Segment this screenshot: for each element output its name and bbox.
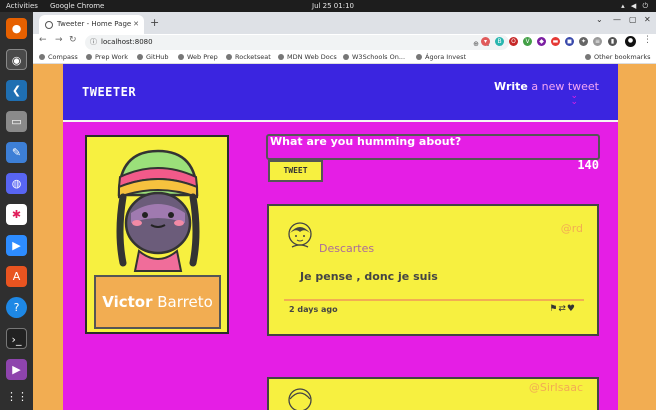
heart-icon[interactable]: ♥	[567, 304, 576, 314]
app-header: TWEETER Write a new tweet ⌄ ⌄	[63, 64, 618, 122]
text-editor-icon[interactable]: ✎	[6, 142, 27, 163]
browser-menu-icon[interactable]: ⋮	[643, 35, 652, 45]
flag-icon[interactable]: ⚑	[549, 304, 558, 314]
profile-first-name: Victor	[102, 293, 153, 311]
tab-strip: Tweeter - Home Page ✕ + ⌄ — ▢ ✕	[33, 12, 656, 34]
tweet-card: Descartes @rd Je pense , donc je suis 2 …	[267, 204, 599, 336]
software-center-icon[interactable]: A	[6, 266, 27, 287]
write-new-tweet-link[interactable]: Write a new tweet	[494, 80, 599, 93]
tweet-divider	[284, 299, 584, 301]
bookmarks-bar: Compass Prep Work GitHub Web Prep Rocket…	[33, 51, 656, 64]
tab-title: Tweeter - Home Page	[57, 20, 132, 28]
github-icon	[137, 54, 143, 60]
agora-icon	[416, 54, 422, 60]
tweet-actions: ⚑⇄♥	[549, 304, 576, 314]
maximize-icon[interactable]: ▢	[629, 15, 637, 24]
zoom-icon[interactable]: ⊕	[473, 37, 479, 52]
bookmark-item[interactable]: Prep Work	[86, 51, 128, 63]
w3schools-icon	[343, 54, 349, 60]
vscode-icon[interactable]: ❮	[6, 80, 27, 101]
tab-close-icon[interactable]: ✕	[133, 15, 139, 34]
activities-button[interactable]: Activities	[6, 0, 38, 12]
extension-opera-icon[interactable]: O	[509, 37, 518, 46]
chrome-icon[interactable]: ◉	[6, 49, 27, 70]
app-grid-icon[interactable]: ⋮⋮	[6, 386, 28, 407]
address-bar[interactable]: ⓘ localhost:8080 ⊕ ⇪ ☆	[85, 35, 509, 50]
rocketseat-icon	[226, 54, 232, 60]
brand-logo[interactable]: TWEETER	[82, 85, 136, 99]
video-player-icon[interactable]: ▶	[6, 359, 27, 380]
active-app-label[interactable]: Google Chrome	[50, 0, 104, 12]
bookmark-item[interactable]: W3Schools On...	[343, 51, 405, 63]
tweet-input[interactable]: What are you humming about?	[266, 134, 600, 160]
profile-card: Victor Barreto	[85, 135, 229, 334]
extensions-puzzle-icon[interactable]: ✦	[579, 37, 588, 46]
extension-red-icon[interactable]: ▬	[551, 37, 560, 46]
user-avatar-icon	[288, 388, 312, 410]
url-text: localhost:8080	[101, 38, 153, 46]
tweeter-page: TWEETER Write a new tweet ⌄ ⌄ Victor Bar…	[63, 64, 618, 410]
help-icon[interactable]: ?	[6, 297, 27, 318]
firefox-icon[interactable]: ●	[6, 18, 27, 39]
tab-search-icon[interactable]: ⌄	[596, 15, 603, 24]
bookmark-item[interactable]: MDN Web Docs	[278, 51, 337, 63]
terminal-icon[interactable]: ›_	[6, 328, 27, 349]
new-tab-button[interactable]: +	[150, 15, 159, 31]
extension-vue-icon[interactable]: V	[523, 37, 532, 46]
globe-icon	[45, 21, 53, 29]
write-rest: a new tweet	[527, 80, 599, 93]
tweet-date: 2 days ago	[289, 305, 338, 314]
browser-window: Tweeter - Home Page ✕ + ⌄ — ▢ ✕ ← → ↻ ⓘ …	[33, 12, 656, 410]
minimize-icon[interactable]: —	[613, 15, 621, 24]
extension-b-icon[interactable]: B	[495, 37, 504, 46]
retweet-icon[interactable]: ⇄	[558, 304, 567, 314]
close-window-icon[interactable]: ✕	[644, 15, 651, 24]
extension-blue-icon[interactable]: ◼	[565, 37, 574, 46]
files-icon[interactable]: ▭	[6, 111, 27, 132]
tweet-author-handle: @rd	[560, 222, 583, 235]
globe-icon	[86, 54, 92, 60]
tweet-author-handle: @SirIsaac	[528, 381, 583, 394]
write-strong: Write	[494, 80, 528, 93]
media-icon[interactable]: ≡	[593, 37, 602, 46]
side-panel-icon[interactable]: ▮	[608, 37, 617, 46]
app-dock: ● ◉ ❮ ▭ ✎ ◍ ✱ ▶ A ? ›_ ▶ ⋮⋮	[0, 12, 33, 410]
reload-icon[interactable]: ↻	[69, 35, 77, 45]
bookmark-item[interactable]: Web Prep	[178, 51, 218, 63]
page-viewport: TWEETER Write a new tweet ⌄ ⌄ Victor Bar…	[33, 64, 656, 410]
os-top-bar: Activities Google Chrome Jul 25 01:10 ▴ …	[0, 0, 656, 12]
extension-purple-icon[interactable]: ◆	[537, 37, 546, 46]
system-tray-icon[interactable]: ▴ ◀ ⏻	[621, 0, 650, 12]
profile-name-box: Victor Barreto	[94, 275, 221, 329]
tab-tweeter[interactable]: Tweeter - Home Page ✕	[39, 15, 144, 34]
bookmark-item[interactable]: Rocketseat	[226, 51, 271, 63]
back-icon[interactable]: ←	[39, 35, 47, 45]
profile-avatar-illustration	[116, 149, 200, 272]
double-chevron-down-icon[interactable]: ⌄ ⌄	[570, 92, 578, 107]
tweet-card: @SirIsaac	[267, 377, 599, 410]
slack-icon[interactable]: ✱	[6, 204, 27, 225]
forward-icon[interactable]: →	[55, 35, 63, 45]
bookmark-item[interactable]: Ágora Invest	[416, 51, 466, 63]
tweet-button[interactable]: TWEET	[268, 160, 323, 182]
user-avatar-icon	[288, 222, 312, 248]
browser-toolbar: ← → ↻ ⓘ localhost:8080 ⊕ ⇪ ☆ ▾ B O V ◆ ▬…	[33, 34, 656, 51]
extension-pocket-icon[interactable]: ▾	[481, 37, 490, 46]
profile-avatar[interactable]: ●	[625, 36, 636, 47]
mdn-icon	[278, 54, 284, 60]
tweet-author-name: Descartes	[319, 242, 375, 255]
info-icon[interactable]: ⓘ	[90, 35, 97, 50]
zoom-icon[interactable]: ▶	[6, 235, 27, 256]
globe-icon	[178, 54, 184, 60]
discord-icon[interactable]: ◍	[6, 173, 27, 194]
tweet-content: Je pense , donc je suis	[300, 270, 438, 283]
character-counter: 140	[577, 158, 599, 172]
compass-icon	[39, 54, 45, 60]
folder-icon	[585, 54, 591, 60]
bookmark-item[interactable]: GitHub	[137, 51, 169, 63]
clock[interactable]: Jul 25 01:10	[312, 0, 354, 12]
profile-last-name: Barreto	[157, 293, 213, 311]
other-bookmarks[interactable]: Other bookmarks	[585, 51, 651, 63]
bookmark-item[interactable]: Compass	[39, 51, 78, 63]
